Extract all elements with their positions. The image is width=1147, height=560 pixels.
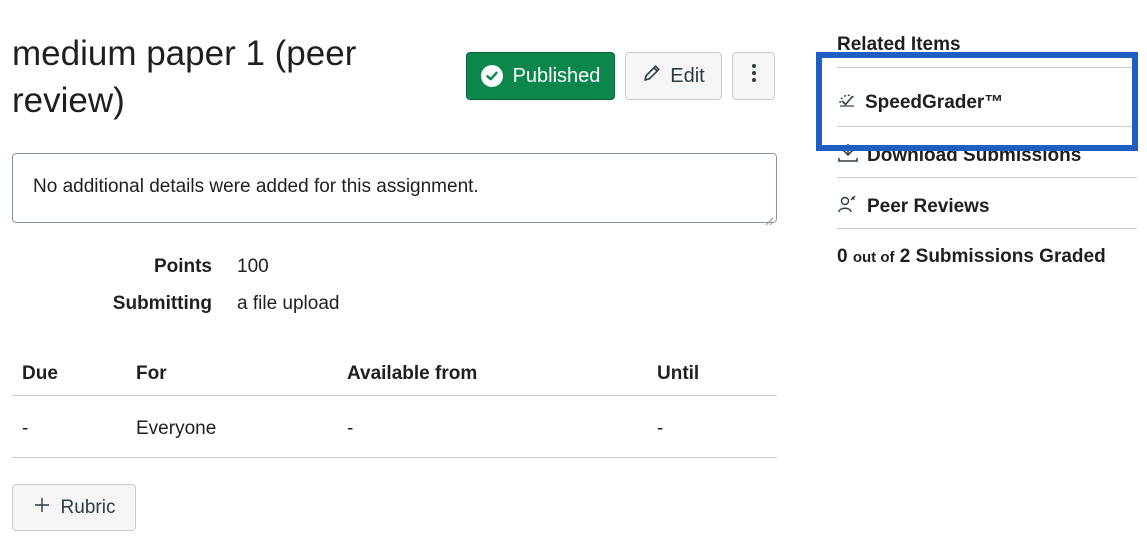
peer-review-icon [837, 193, 859, 221]
published-label: Published [512, 64, 601, 87]
download-icon [837, 142, 859, 170]
sidebar-item-peer-reviews[interactable]: Peer Reviews [837, 193, 990, 221]
submissions-graded-summary: 0 out of 2 Submissions Graded [837, 246, 1106, 268]
sidebar-divider [837, 228, 1137, 229]
pencil-icon [642, 63, 662, 89]
out-of-label: out of [852, 249, 895, 266]
resize-grip-icon[interactable] [764, 210, 774, 226]
for-cell: Everyone [136, 418, 217, 439]
until-cell: - [657, 418, 664, 439]
more-vertical-icon [751, 63, 757, 89]
points-value: 100 [237, 256, 269, 277]
graded-count: 0 [837, 246, 848, 267]
column-header-due: Due [22, 363, 58, 384]
due-cell: - [22, 418, 29, 439]
sidebar-item-label: Download Submissions [867, 145, 1082, 166]
table-divider [12, 395, 777, 396]
edit-label: Edit [670, 64, 705, 87]
graded-total-text: 2 Submissions Graded [899, 246, 1106, 267]
points-label: Points [153, 256, 212, 277]
assignment-page: medium paper 1 (peer review) Published E… [0, 0, 1147, 560]
column-header-available-from: Available from [347, 363, 478, 384]
page-title: medium paper 1 (peer review) [12, 34, 357, 120]
column-header-for: For [136, 363, 167, 384]
add-rubric-button[interactable]: Rubric [12, 484, 136, 531]
check-circle-icon [480, 65, 503, 87]
sidebar-item-label: SpeedGrader™ [865, 92, 1004, 113]
sidebar-item-speedgrader[interactable]: SpeedGrader™ [837, 90, 1003, 116]
published-button[interactable]: Published [466, 52, 615, 100]
submitting-label: Submitting [112, 293, 212, 314]
sidebar-item-label: Peer Reviews [867, 196, 990, 217]
sidebar-divider [837, 177, 1137, 178]
sidebar-divider [837, 67, 1137, 68]
available-from-cell: - [347, 418, 354, 439]
submitting-value: a file upload [237, 293, 340, 314]
assignment-details-box: No additional details were added for thi… [12, 153, 777, 226]
related-items-heading: Related Items [837, 34, 961, 55]
rubric-label: Rubric [60, 496, 116, 518]
more-options-button[interactable] [732, 52, 775, 100]
table-divider [12, 457, 777, 458]
speedgrader-icon [837, 90, 857, 116]
sidebar-item-download-submissions[interactable]: Download Submissions [837, 142, 1081, 170]
plus-icon [33, 496, 51, 520]
edit-button[interactable]: Edit [625, 52, 722, 100]
assignment-details-text: No additional details were added for thi… [33, 176, 479, 197]
column-header-until: Until [657, 363, 700, 384]
sidebar-divider [837, 126, 1137, 127]
